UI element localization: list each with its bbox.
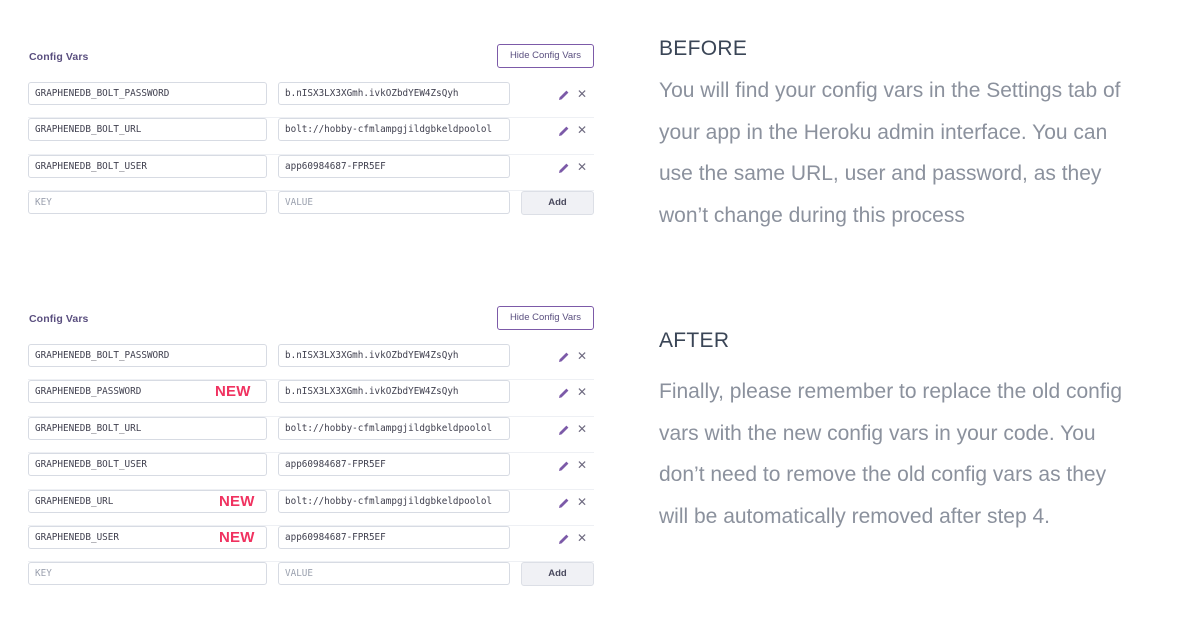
pencil-icon[interactable] — [558, 423, 570, 435]
row-actions: ✕ — [558, 120, 587, 140]
pencil-icon[interactable] — [558, 496, 570, 508]
config-var-row: GRAPHENEDB_URL NEW bolt://hobby-cfmlampg… — [28, 489, 594, 526]
config-var-row: GRAPHENEDB_BOLT_URL bolt://hobby-cfmlamp… — [28, 416, 594, 454]
close-icon[interactable]: ✕ — [577, 88, 587, 100]
config-var-row: GRAPHENEDB_BOLT_PASSWORD b.nISX3LX3XGmh.… — [28, 82, 594, 119]
config-var-key-field[interactable]: GRAPHENEDB_BOLT_URL — [28, 416, 267, 440]
config-var-row: GRAPHENEDB_BOLT_URL bolt://hobby-cfmlamp… — [28, 118, 594, 155]
close-icon[interactable]: ✕ — [577, 496, 587, 508]
row-actions: ✕ — [558, 84, 587, 104]
config-var-value-field[interactable]: bolt://hobby-cfmlampgjildgbkeldpoolol — [278, 489, 510, 513]
config-var-key-field[interactable]: GRAPHENEDB_BOLT_PASSWORD — [28, 82, 267, 105]
config-var-value-field[interactable]: bolt://hobby-cfmlampgjildgbkeldpoolol — [278, 416, 510, 440]
config-var-value-field[interactable]: app60984687-FPR5EF — [278, 154, 510, 178]
close-icon[interactable]: ✕ — [577, 423, 587, 435]
hide-config-vars-button[interactable]: Hide Config Vars — [497, 44, 594, 68]
config-var-key-field[interactable]: GRAPHENEDB_BOLT_URL — [28, 118, 267, 142]
new-badge: NEW — [215, 383, 251, 401]
after-heading: AFTER — [659, 329, 730, 352]
row-actions: ✕ — [558, 455, 587, 475]
new-config-var-row: KEY VALUE Add — [28, 562, 594, 598]
row-actions: ✕ — [558, 382, 587, 402]
config-var-value-field[interactable]: app60984687-FPR5EF — [278, 525, 510, 549]
after-description: Finally, please remember to replace the … — [659, 380, 1123, 529]
close-icon[interactable]: ✕ — [577, 350, 587, 362]
new-config-var-row: KEY VALUE Add — [28, 191, 594, 227]
config-var-key-field[interactable]: GRAPHENEDB_BOLT_USER — [28, 453, 267, 477]
config-var-value-field[interactable]: b.nISX3LX3XGmh.ivkOZbdYEW4ZsQyh — [278, 344, 510, 367]
config-vars-list: GRAPHENEDB_BOLT_PASSWORD b.nISX3LX3XGmh.… — [28, 344, 594, 599]
close-icon[interactable]: ✕ — [577, 386, 587, 398]
config-var-key-field[interactable]: GRAPHENEDB_BOLT_PASSWORD — [28, 344, 267, 367]
new-value-input[interactable]: VALUE — [278, 191, 510, 215]
before-heading: BEFORE — [659, 37, 748, 60]
new-value-input[interactable]: VALUE — [278, 562, 510, 586]
add-config-var-button[interactable]: Add — [521, 562, 594, 587]
before-description: You will find your config vars in the Se… — [659, 79, 1121, 228]
new-key-input[interactable]: KEY — [28, 562, 267, 586]
config-vars-title: Config Vars — [29, 51, 89, 63]
config-var-row: GRAPHENEDB_BOLT_PASSWORD b.nISX3LX3XGmh.… — [28, 344, 594, 381]
config-var-value-field[interactable]: bolt://hobby-cfmlampgjildgbkeldpoolol — [278, 118, 510, 142]
new-badge: NEW — [219, 492, 255, 510]
close-icon[interactable]: ✕ — [577, 532, 587, 544]
config-vars-list: GRAPHENEDB_BOLT_PASSWORD b.nISX3LX3XGmh.… — [28, 82, 594, 228]
row-actions: ✕ — [558, 492, 587, 512]
config-vars-panel-before: Config Vars Hide Config Vars GRAPHENEDB_… — [28, 44, 594, 228]
pencil-icon[interactable] — [558, 459, 570, 472]
config-vars-header: Config Vars Hide Config Vars — [28, 306, 594, 331]
config-var-row: GRAPHENEDB_PASSWORD NEW b.nISX3LX3XGmh.i… — [28, 380, 594, 417]
new-key-input[interactable]: KEY — [28, 191, 267, 215]
config-vars-header: Config Vars Hide Config Vars — [28, 44, 594, 69]
pencil-icon[interactable] — [558, 350, 570, 362]
config-var-value-field[interactable]: b.nISX3LX3XGmh.ivkOZbdYEW4ZsQyh — [278, 380, 510, 404]
row-actions: ✕ — [558, 528, 587, 548]
pencil-icon[interactable] — [558, 88, 570, 100]
hide-config-vars-button[interactable]: Hide Config Vars — [497, 306, 594, 330]
config-var-value-field[interactable]: app60984687-FPR5EF — [278, 453, 510, 477]
add-config-var-button[interactable]: Add — [521, 191, 594, 216]
close-icon[interactable]: ✕ — [577, 124, 587, 136]
config-var-row: GRAPHENEDB_USER NEW app60984687-FPR5EF ✕ — [28, 525, 594, 563]
config-var-row: GRAPHENEDB_BOLT_USER app60984687-FPR5EF … — [28, 154, 594, 192]
pencil-icon[interactable] — [558, 161, 570, 173]
row-actions: ✕ — [558, 346, 587, 366]
pencil-icon[interactable] — [558, 532, 570, 544]
close-icon[interactable]: ✕ — [577, 161, 587, 173]
close-icon[interactable]: ✕ — [577, 459, 587, 471]
row-actions: ✕ — [558, 157, 587, 177]
config-vars-title: Config Vars — [29, 313, 89, 325]
config-var-value-field[interactable]: b.nISX3LX3XGmh.ivkOZbdYEW4ZsQyh — [278, 82, 510, 105]
config-vars-panel-after: Config Vars Hide Config Vars GRAPHENEDB_… — [28, 306, 594, 599]
config-var-row: GRAPHENEDB_BOLT_USER app60984687-FPR5EF … — [28, 453, 594, 490]
pencil-icon[interactable] — [558, 386, 570, 399]
row-actions: ✕ — [558, 419, 587, 439]
config-var-key-field[interactable]: GRAPHENEDB_BOLT_USER — [28, 154, 267, 178]
pencil-icon[interactable] — [558, 124, 570, 137]
new-badge: NEW — [219, 528, 255, 546]
